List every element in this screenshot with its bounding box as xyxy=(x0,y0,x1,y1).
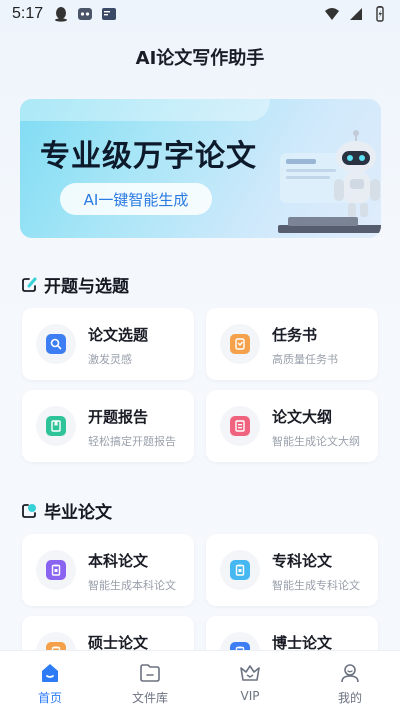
home-icon xyxy=(42,664,58,682)
battery-icon xyxy=(376,6,384,22)
search-icon xyxy=(46,334,66,354)
card-bachelor-thesis[interactable]: 本科论文 智能生成本科论文 xyxy=(22,534,194,606)
card-subtitle: 智能生成本科论文 xyxy=(88,579,176,592)
promo-banner[interactable]: 专业级万字论文 AI一键智能生成 xyxy=(20,99,381,238)
folder-icon xyxy=(140,664,160,682)
wifi-icon xyxy=(325,8,339,20)
crown-icon xyxy=(240,665,260,681)
tab-profile[interactable]: 我的 xyxy=(300,651,400,711)
tab-home[interactable]: 首页 xyxy=(0,651,100,711)
graduation-icon xyxy=(22,503,36,518)
tab-vip[interactable]: VIP xyxy=(200,651,300,711)
tab-label: 首页 xyxy=(37,691,62,705)
banner-headline: 专业级万字论文 xyxy=(40,139,257,174)
card-proposal-report[interactable]: 开题报告 轻松搞定开题报告 xyxy=(22,390,194,462)
status-bar: 5:17 xyxy=(0,0,400,28)
card-icon-container xyxy=(36,324,76,364)
profile-icon xyxy=(341,664,359,683)
card-icon-container xyxy=(220,406,260,446)
status-system-icons xyxy=(324,6,388,22)
tab-label: 我的 xyxy=(337,691,362,705)
signal-icon xyxy=(350,8,362,20)
card-title: 论文选题 xyxy=(88,326,149,344)
tab-label: 文件库 xyxy=(131,691,168,705)
bottom-tab-bar: 首页 文件库 VIP 我的 xyxy=(0,650,400,711)
card-subtitle: 轻松搞定开题报告 xyxy=(88,435,176,448)
card-icon-container xyxy=(220,324,260,364)
outline-icon xyxy=(230,416,250,436)
card-subtitle: 智能生成专科论文 xyxy=(272,579,360,592)
section-title-graduation: 毕业论文 xyxy=(20,498,112,523)
robot-illustration xyxy=(278,130,381,233)
edit-icon xyxy=(22,277,37,292)
card-junior-college-thesis[interactable]: 专科论文 智能生成专科论文 xyxy=(206,534,378,606)
banner-pill: AI一键智能生成 xyxy=(60,183,212,215)
report-icon xyxy=(46,416,66,436)
card-icon-container xyxy=(220,550,260,590)
tab-file-library[interactable]: 文件库 xyxy=(100,651,200,711)
card-subtitle: 激发灵感 xyxy=(88,353,132,366)
card-thesis-outline[interactable]: 论文大纲 智能生成论文大纲 xyxy=(206,390,378,462)
qq-icon xyxy=(55,7,68,22)
junior-college-icon xyxy=(230,560,250,580)
bachelor-icon xyxy=(46,560,66,580)
card-title: 开题报告 xyxy=(88,408,149,426)
section-title-proposal: 开题与选题 xyxy=(20,272,129,297)
section-title-label: 毕业论文 xyxy=(44,503,112,523)
card-title: 论文大纲 xyxy=(272,408,333,426)
tab-label: VIP xyxy=(240,689,260,703)
section-title-label: 开题与选题 xyxy=(44,277,129,297)
card-subtitle: 智能生成论文大纲 xyxy=(272,435,360,448)
card-title: 任务书 xyxy=(272,326,318,344)
card-icon-container xyxy=(36,406,76,446)
task-icon xyxy=(230,334,250,354)
card-task-book[interactable]: 任务书 高质量任务书 xyxy=(206,308,378,380)
media-icon xyxy=(102,8,117,20)
app-title: AI论文写作助手 xyxy=(135,48,265,69)
card-subtitle: 高质量任务书 xyxy=(272,353,338,366)
status-time: 5:17 xyxy=(12,5,44,22)
status-notifications xyxy=(53,6,117,22)
game-icon xyxy=(78,8,93,20)
banner-tab-decoration xyxy=(20,99,270,121)
card-icon-container xyxy=(36,550,76,590)
card-title: 专科论文 xyxy=(272,552,333,570)
card-title: 本科论文 xyxy=(88,552,149,570)
card-thesis-topic[interactable]: 论文选题 激发灵感 xyxy=(22,308,194,380)
